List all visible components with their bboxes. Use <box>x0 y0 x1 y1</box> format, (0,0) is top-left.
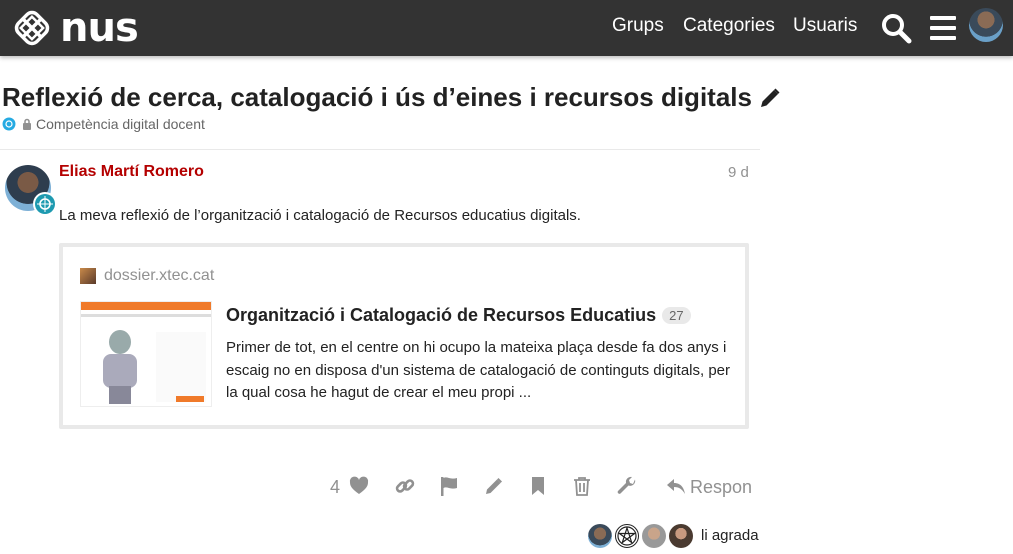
likers-avatars <box>588 524 696 548</box>
lock-icon <box>23 118 31 130</box>
edit-title-pencil-icon[interactable] <box>758 86 782 110</box>
post-date[interactable]: 9 d <box>728 164 749 181</box>
flag-icon[interactable] <box>438 475 460 497</box>
thumbnail-panel <box>156 332 206 402</box>
nav-users[interactable]: Usuaris <box>793 15 857 37</box>
onebox-thumbnail[interactable] <box>80 301 212 407</box>
robot-body <box>103 354 137 388</box>
link-onebox[interactable]: dossier.xtec.cat Organització i Cataloga… <box>59 243 749 429</box>
topic-category[interactable]: Competència digital docent <box>2 116 205 132</box>
logo-knot-icon <box>14 10 50 46</box>
post-username[interactable]: Elias Martí Romero <box>59 163 204 181</box>
post-body-text: La meva reflexió de l’organització i cat… <box>59 207 581 224</box>
reply-button[interactable]: Respon <box>690 477 752 498</box>
onebox-source-domain: dossier.xtec.cat <box>104 267 215 284</box>
edit-pencil-icon[interactable] <box>483 475 505 497</box>
like-count[interactable]: 4 <box>330 477 340 498</box>
thumbnail-nav-bar <box>81 302 211 310</box>
thumbnail-button <box>176 396 204 402</box>
liker-avatar[interactable] <box>588 524 612 548</box>
flair-icon <box>35 194 55 214</box>
topic-title: Reflexió de cerca, catalogació i ús d’ei… <box>2 82 782 113</box>
onebox-excerpt: Primer de tot, en el centre on hi ocupo … <box>226 339 731 401</box>
liker-avatar[interactable] <box>669 524 693 548</box>
logo-text: nus <box>60 5 139 51</box>
nav-categories[interactable]: Categories <box>683 15 775 37</box>
thumbnail-sub-bar <box>81 314 211 317</box>
onebox-title-text: Organització i Catalogació de Recursos E… <box>226 305 657 325</box>
wrench-icon[interactable] <box>616 475 638 497</box>
site-favicon-icon <box>80 268 96 284</box>
topic-title-text: Reflexió de cerca, catalogació i ús d’ei… <box>2 82 752 112</box>
reply-arrow-icon[interactable] <box>665 475 687 497</box>
pentagram-icon <box>617 526 637 546</box>
onebox-reply-count: 27 <box>662 307 691 324</box>
likers-label: li agrada <box>701 527 759 544</box>
title-divider <box>0 149 760 150</box>
site-logo[interactable]: nus <box>12 5 139 51</box>
top-header: nus Grups Categories Usuaris <box>0 0 1013 56</box>
trash-icon[interactable] <box>571 475 593 497</box>
category-badge-icon <box>2 117 16 131</box>
category-name: Competència digital docent <box>36 116 205 132</box>
author-flair-badge <box>33 192 57 216</box>
liker-avatar[interactable] <box>615 524 639 548</box>
nav-groups[interactable]: Grups <box>612 15 664 37</box>
heart-icon[interactable] <box>348 475 370 497</box>
link-icon[interactable] <box>394 475 416 497</box>
bookmark-icon[interactable] <box>527 475 549 497</box>
robot-head <box>109 330 131 354</box>
liker-avatar[interactable] <box>642 524 666 548</box>
onebox-source[interactable]: dossier.xtec.cat <box>80 267 214 285</box>
current-user-avatar[interactable] <box>969 8 1003 42</box>
search-icon[interactable] <box>880 12 912 44</box>
onebox-title[interactable]: Organització i Catalogació de Recursos E… <box>226 305 691 326</box>
hamburger-menu-icon[interactable] <box>927 12 959 44</box>
robot-legs <box>109 386 131 404</box>
